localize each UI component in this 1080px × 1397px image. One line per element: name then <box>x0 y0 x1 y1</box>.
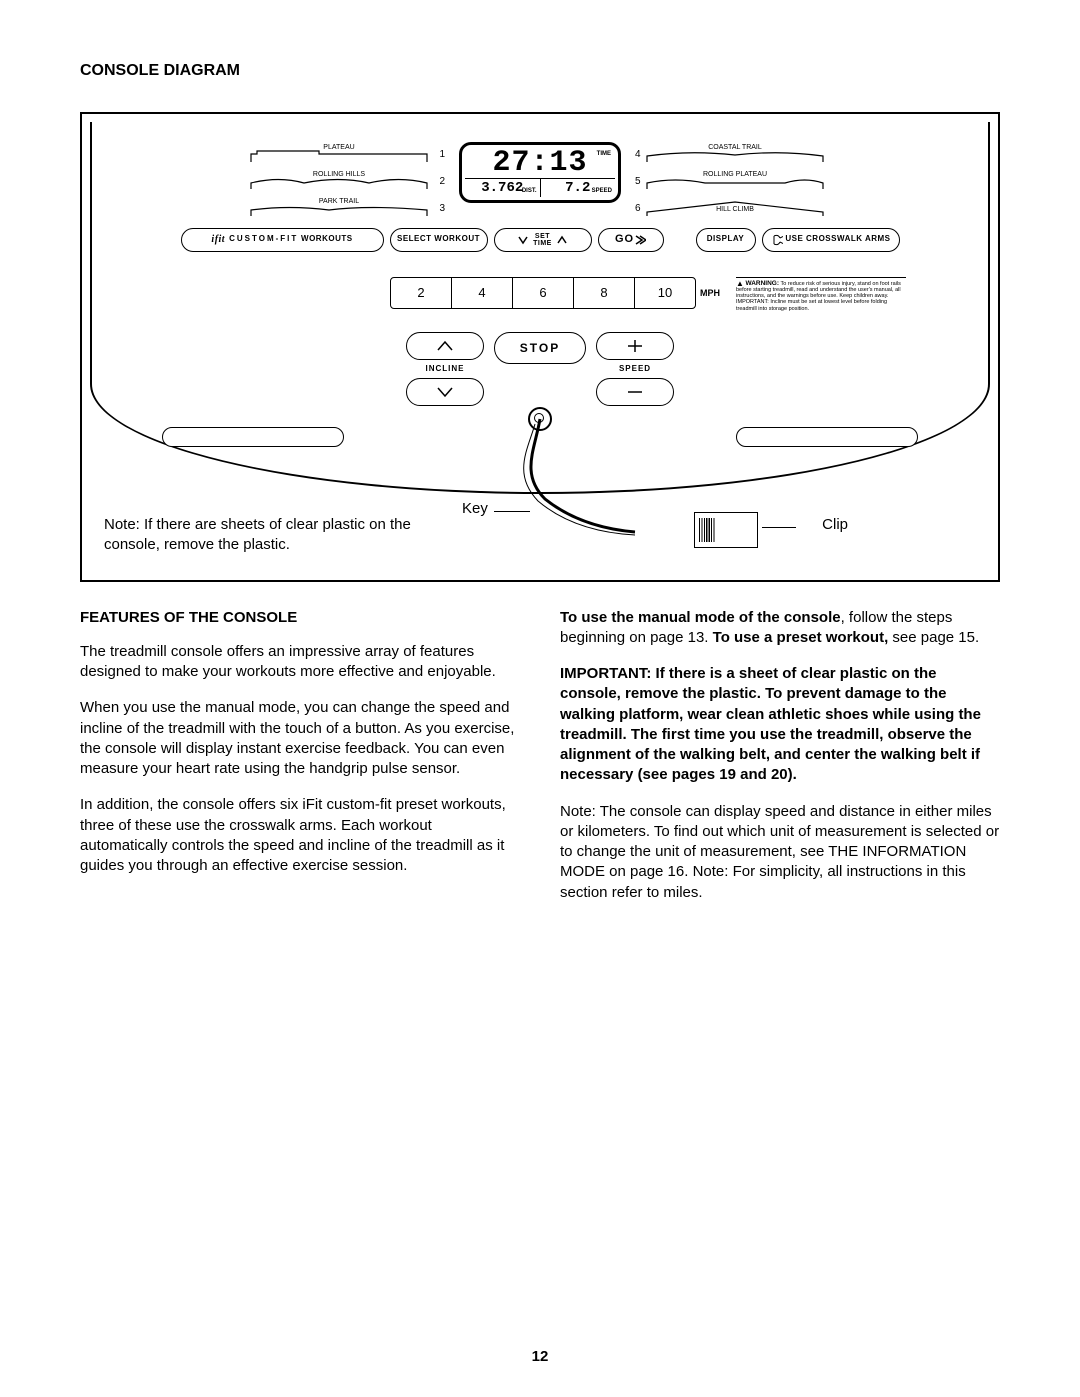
workouts-left: PLATEAU 1 ROLLING HILLS 2 PARK TRAIL 3 <box>249 142 449 222</box>
safety-clip <box>694 512 758 548</box>
left-handlebar-slot <box>162 427 344 447</box>
body-text: The treadmill console offers an impressi… <box>80 642 520 683</box>
section-title: CONSOLE DIAGRAM <box>80 60 1000 82</box>
plus-icon <box>626 339 644 353</box>
park-trail-profile: PARK TRAIL <box>249 198 435 220</box>
page-number: 12 <box>0 1347 1080 1367</box>
chevron-up-icon <box>556 235 568 245</box>
svg-text:ROLLING HILLS: ROLLING HILLS <box>313 171 365 178</box>
speed-controls: SPEED <box>596 332 674 407</box>
crosswalk-arms-button[interactable]: USE CROSSWALK ARMS <box>762 228 900 252</box>
body-text: When you use the manual mode, you can ch… <box>80 698 520 779</box>
important-note: IMPORTANT: If there is a sheet of clear … <box>560 664 1000 786</box>
key-callout-label: Key <box>462 499 488 519</box>
rolling-plateau-profile: ROLLING PLATEAU <box>645 171 831 193</box>
body-text: In addition, the console offers six iFit… <box>80 795 520 876</box>
select-workout-button[interactable]: SELECT WORKOUT <box>390 228 488 252</box>
one-touch-speed-bar[interactable]: 2 4 6 8 10 <box>390 277 696 309</box>
incline-controls: INCLINE <box>406 332 484 407</box>
warning-label: ▲ WARNING: To reduce risk of serious inj… <box>736 277 906 312</box>
svg-text:COASTAL TRAIL: COASTAL TRAIL <box>708 144 762 151</box>
clip-callout-label: Clip <box>822 515 848 535</box>
speed-up-button[interactable] <box>596 332 674 360</box>
stop-button[interactable]: STOP <box>494 332 586 364</box>
mph-label: MPH <box>700 287 720 299</box>
display-button[interactable]: DISPLAY <box>696 228 756 252</box>
warning-icon: ▲ <box>736 280 744 289</box>
speed-down-button[interactable] <box>596 378 674 406</box>
chevron-up-icon <box>436 340 454 352</box>
workouts-right: COASTAL TRAIL 4 ROLLING PLATEAU 5 HILL C… <box>631 142 831 222</box>
incline-up-button[interactable] <box>406 332 484 360</box>
svg-text:ROLLING PLATEAU: ROLLING PLATEAU <box>703 171 767 178</box>
body-text: Note: The console can display speed and … <box>560 802 1000 903</box>
coastal-trail-profile: COASTAL TRAIL <box>645 144 831 166</box>
features-heading: FEATURES OF THE CONSOLE <box>80 608 520 628</box>
lcd-display: 27:13TIME 3.762DIST. 7.2SPEED <box>459 142 621 204</box>
set-time-button[interactable]: SETTIME <box>494 228 592 252</box>
incline-down-button[interactable] <box>406 378 484 406</box>
svg-text:HILL CLIMB: HILL CLIMB <box>716 206 754 213</box>
plateau-profile: PLATEAU <box>249 144 435 166</box>
svg-text:PARK TRAIL: PARK TRAIL <box>319 198 359 205</box>
hill-climb-profile: HILL CLIMB <box>645 198 831 220</box>
chevron-down-icon <box>517 235 529 245</box>
chevron-down-icon <box>436 386 454 398</box>
minus-icon <box>626 385 644 399</box>
key-callout-line <box>494 511 530 512</box>
chevron-right-icon <box>634 235 646 245</box>
crosswalk-icon <box>771 234 783 246</box>
go-button[interactable]: GO <box>598 228 664 252</box>
clip-callout-line <box>762 527 796 528</box>
ifit-workouts-button[interactable]: ifit CUSTOM-FIT WORKOUTS <box>181 228 384 252</box>
rolling-hills-profile: ROLLING HILLS <box>249 171 435 193</box>
svg-text:PLATEAU: PLATEAU <box>323 144 354 151</box>
body-text: To use the manual mode of the console, f… <box>560 608 1000 649</box>
note-plastic: Note: If there are sheets of clear plast… <box>104 515 414 556</box>
console-diagram: PLATEAU 1 ROLLING HILLS 2 PARK TRAIL 3 2… <box>80 112 1000 582</box>
